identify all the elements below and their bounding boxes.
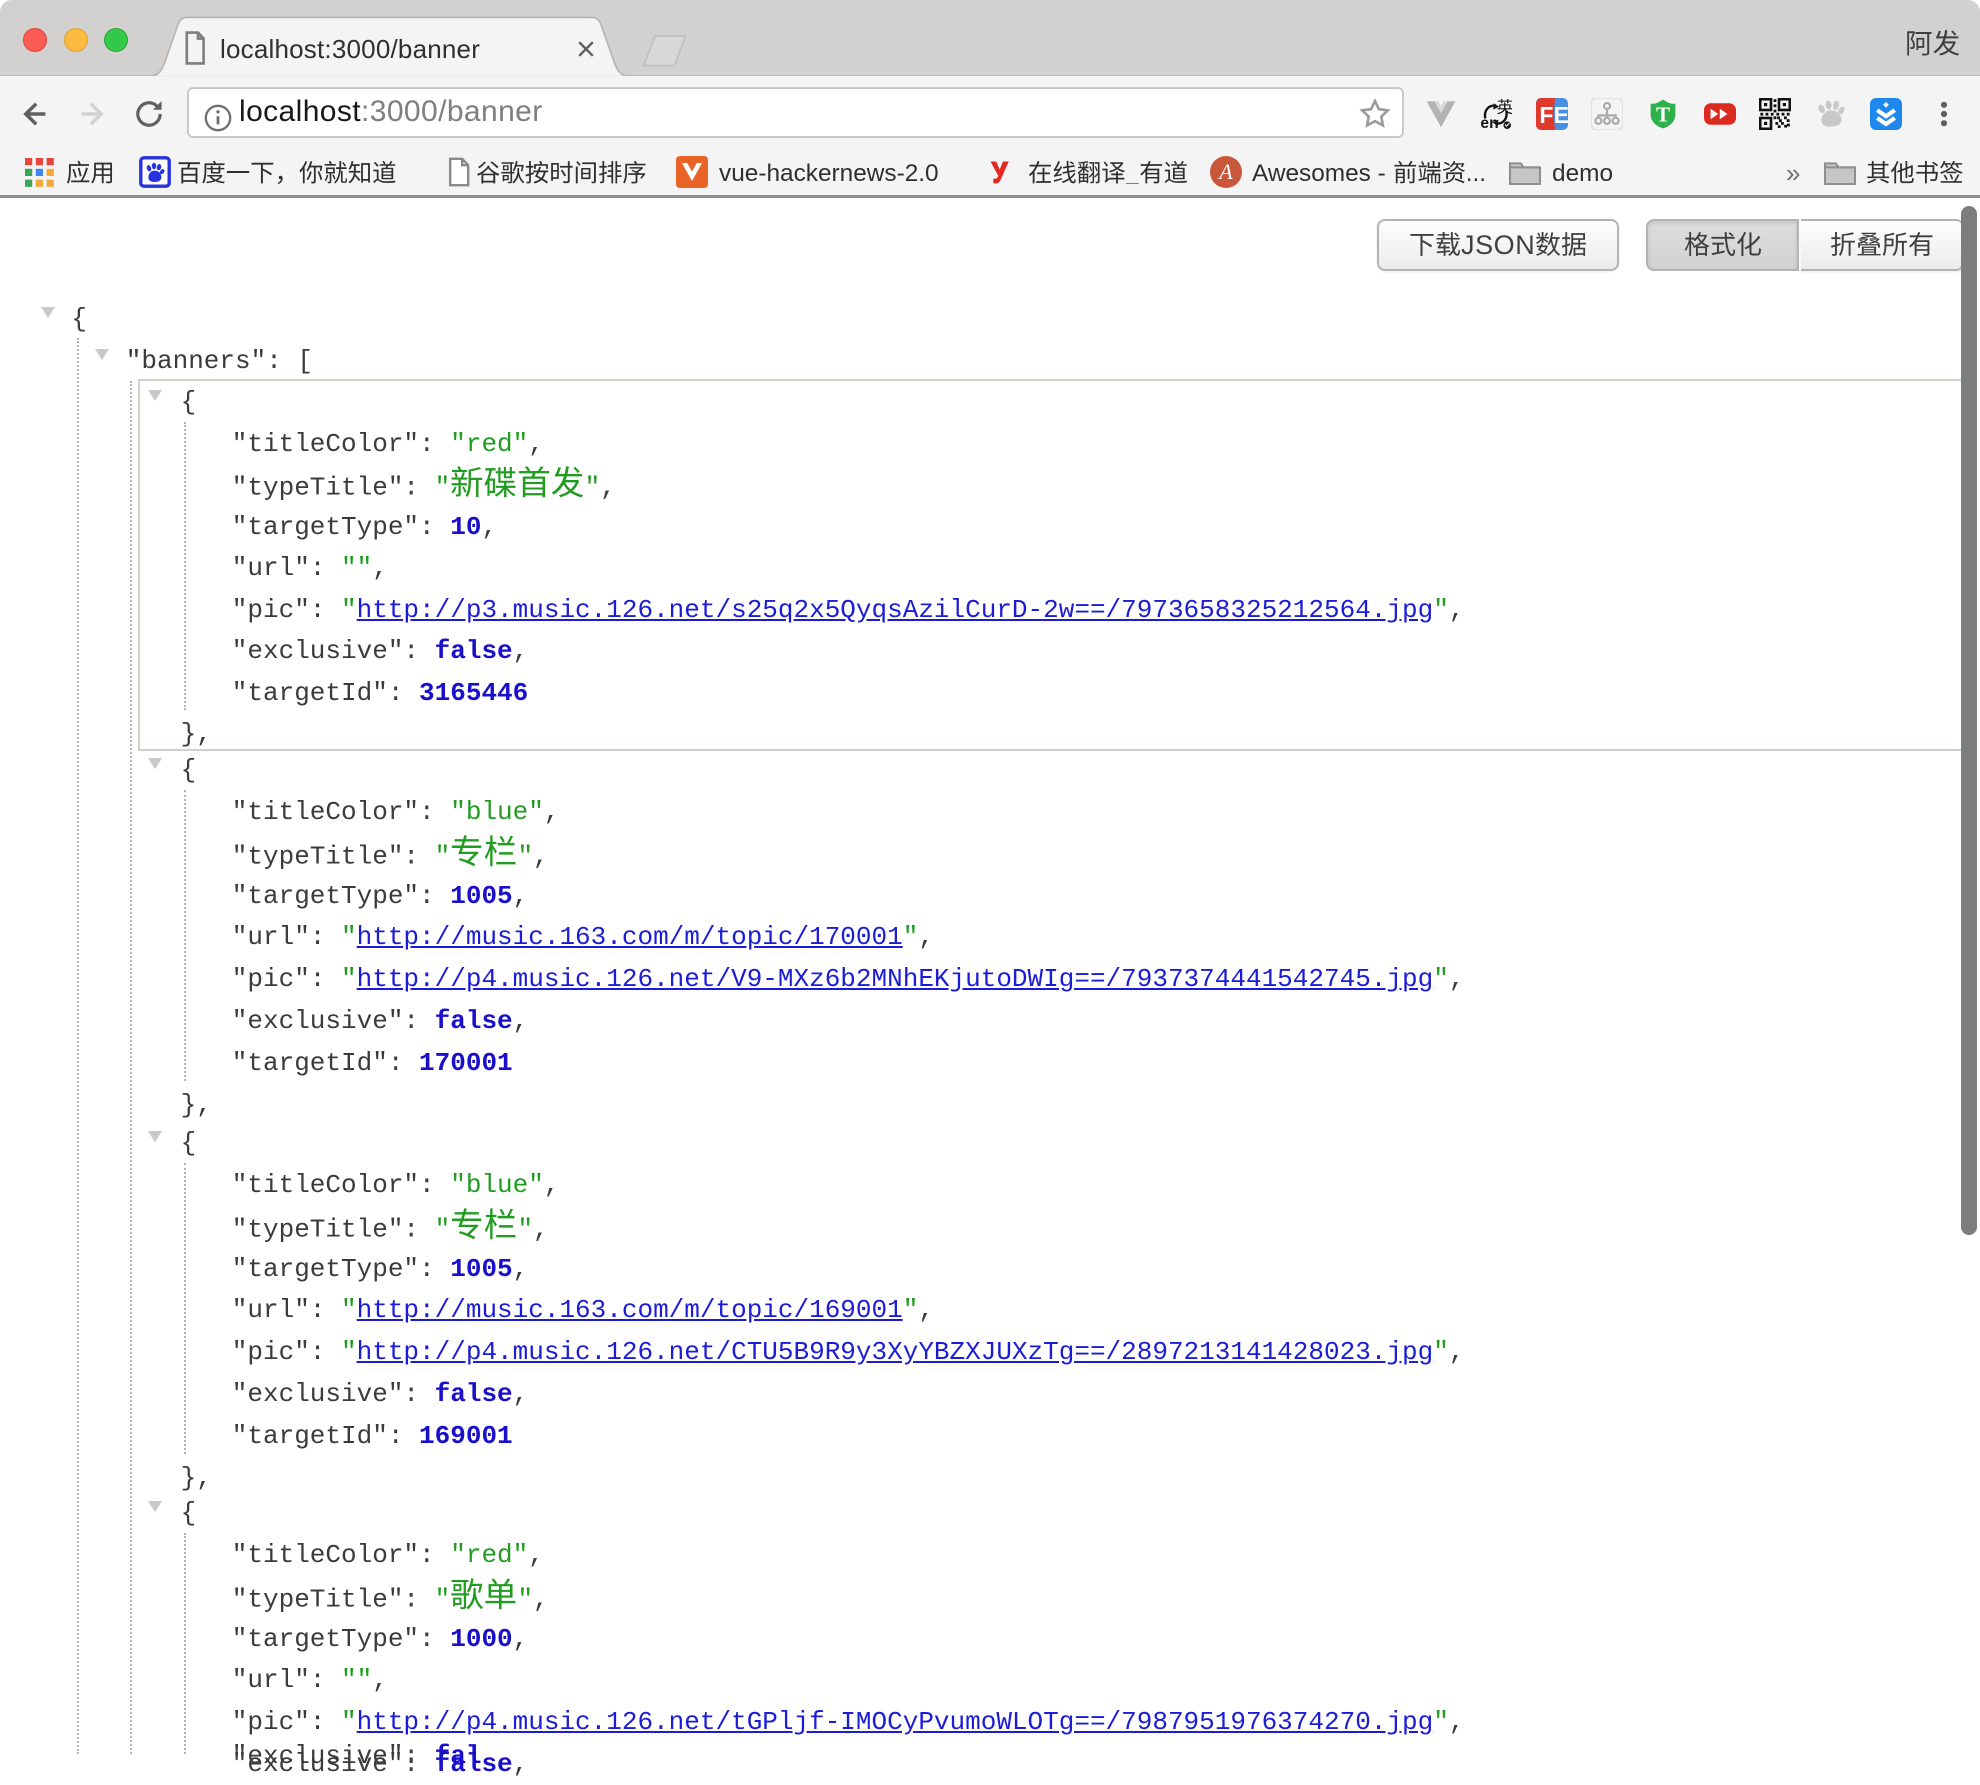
svg-text:E: E: [1553, 102, 1567, 128]
svg-text:A: A: [1217, 159, 1233, 184]
svg-text:T: T: [1656, 103, 1670, 127]
svg-text:F: F: [1539, 102, 1553, 128]
